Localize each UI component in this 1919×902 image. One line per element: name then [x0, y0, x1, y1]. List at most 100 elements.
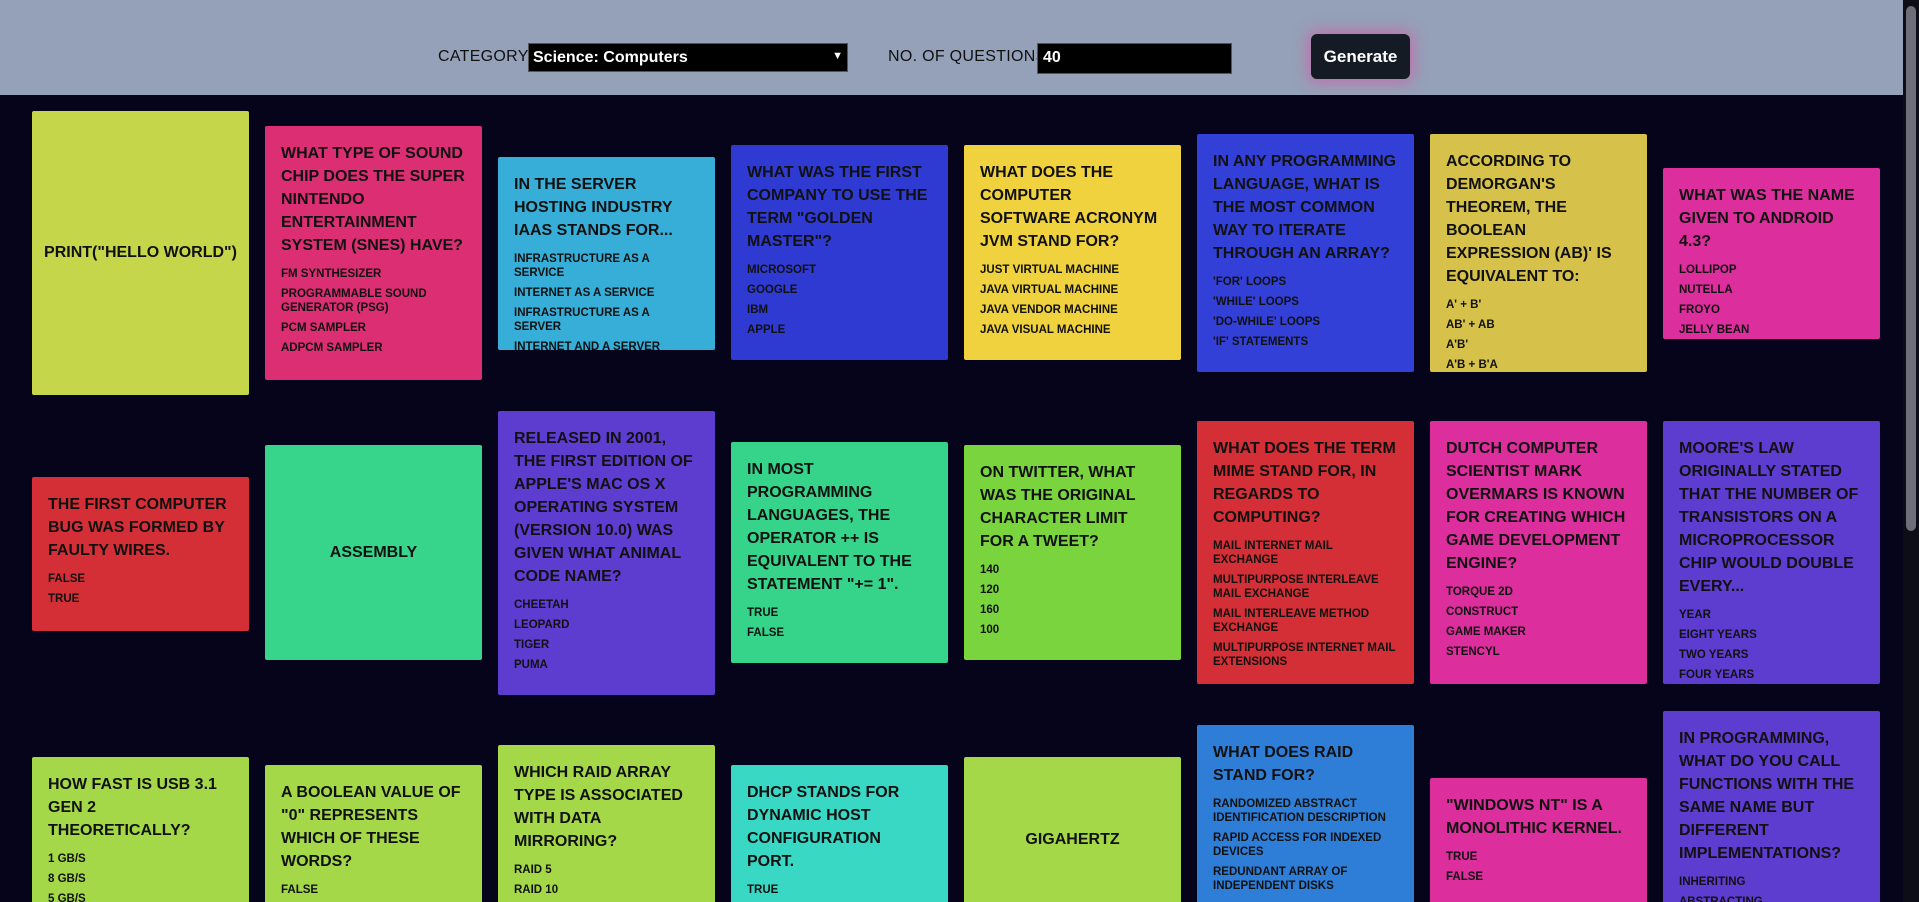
question-text: Released in 2001, the first edition of A… [514, 430, 693, 585]
question-card[interactable]: In any programming language, what is the… [1197, 134, 1414, 372]
answer-option[interactable]: Rapid Access for Indexed Devices [1213, 831, 1398, 859]
answer-option[interactable]: Lollipop [1679, 263, 1864, 277]
answer-option[interactable]: Leopard [514, 618, 699, 632]
answer-option[interactable]: Year [1679, 608, 1864, 622]
answer-option[interactable]: Torque 2D [1446, 585, 1631, 599]
answer-option[interactable]: 8 Gb/s [48, 872, 233, 886]
answer-option[interactable]: Multipurpose Interleave Mail Exchange [1213, 573, 1398, 601]
question-card[interactable]: "Windows NT" is a monolithic kernel. True… [1430, 778, 1647, 902]
scrollbar-thumb[interactable] [1906, 6, 1916, 531]
answer-option[interactable]: RAID 5 [514, 863, 699, 877]
answer-option[interactable]: False [48, 572, 233, 586]
question-card[interactable]: What was the first company to use the te… [731, 145, 948, 360]
questions-count-input[interactable]: 40 [1037, 43, 1232, 74]
answer-option[interactable]: Apple [747, 323, 932, 337]
question-card[interactable]: In most programming languages, the opera… [731, 442, 948, 663]
answer-option[interactable]: Two Years [1679, 648, 1864, 662]
answer-option[interactable]: Jelly Bean [1679, 323, 1864, 337]
question-card[interactable]: What type of sound chip does the Super N… [265, 126, 482, 380]
answer-option[interactable]: 1 Gb/s [48, 852, 233, 866]
question-text: DHCP stands for Dynamic Host Configurati… [747, 784, 900, 870]
answer-option[interactable]: Infrastructure as a Service [514, 252, 699, 280]
answer-option[interactable]: 120 [980, 583, 1165, 597]
answer-option[interactable]: Programmable Sound Generator (PSG) [281, 287, 466, 315]
answer-option[interactable]: Inheriting [1679, 875, 1864, 889]
answer-option[interactable]: Java Visual Machine [980, 323, 1165, 337]
answer-option[interactable]: AB' + AB [1446, 318, 1631, 332]
answer-option[interactable]: Eight Years [1679, 628, 1864, 642]
question-card[interactable]: Moore's Law originally stated that the n… [1663, 421, 1880, 684]
answer-text: PRINT("HELLO WORLD") [44, 244, 237, 261]
answer-option[interactable]: 'For' loops [1213, 275, 1398, 289]
question-card[interactable]: How fast is USB 3.1 Gen 2 theoretically?… [32, 757, 249, 902]
answer-option[interactable]: Java Vendor Machine [980, 303, 1165, 317]
answer-option[interactable]: Internet as a Service [514, 286, 699, 300]
question-card[interactable]: On Twitter, what was the original charac… [964, 445, 1181, 660]
answer-option[interactable]: Nutella [1679, 283, 1864, 297]
answer-option[interactable]: A'B + B'A [1446, 358, 1631, 372]
question-card[interactable]: What does RAID stand for? Randomized Abst… [1197, 725, 1414, 902]
question-card[interactable]: Which RAID array type is associated with… [498, 745, 715, 902]
question-text: Moore's Law originally stated that the n… [1679, 440, 1859, 595]
answer-card[interactable]: PRINT("HELLO WORLD") [32, 111, 249, 395]
generate-button[interactable]: Generate [1311, 34, 1410, 79]
question-card[interactable]: In the server hosting industry IaaS stan… [498, 157, 715, 350]
answer-option[interactable]: False [747, 626, 932, 640]
answer-option[interactable]: FM Synthesizer [281, 267, 466, 281]
answer-option[interactable]: False [281, 883, 466, 897]
answer-option[interactable]: Four Years [1679, 668, 1864, 682]
question-card[interactable]: Released in 2001, the first edition of A… [498, 411, 715, 695]
answer-option[interactable]: A'B' [1446, 338, 1631, 352]
answer-option[interactable]: Microsoft [747, 263, 932, 277]
answer-option[interactable]: True [747, 606, 932, 620]
answer-option[interactable]: PCM Sampler [281, 321, 466, 335]
answer-option[interactable]: Just Virtual Machine [980, 263, 1165, 277]
answer-option[interactable]: Multipurpose Internet Mail Extensions [1213, 641, 1398, 669]
answer-option[interactable]: Randomized Abstract Identification Descr… [1213, 797, 1398, 825]
answer-option[interactable]: Google [747, 283, 932, 297]
question-card[interactable]: According to DeMorgan's Theorem, the Boo… [1430, 134, 1647, 372]
question-card[interactable]: What does the computer software acronym … [964, 145, 1181, 360]
answer-card[interactable]: GIGAHERTZ [964, 757, 1181, 902]
answer-option[interactable]: 100 [980, 623, 1165, 637]
answer-option[interactable]: Game Maker [1446, 625, 1631, 639]
answer-option[interactable]: True [1446, 850, 1631, 864]
answer-option[interactable]: IBM [747, 303, 932, 317]
answer-option[interactable]: RAID 10 [514, 883, 699, 897]
answer-option[interactable]: True [48, 592, 233, 606]
answer-option[interactable]: True [747, 883, 932, 897]
question-card[interactable]: What was the name given to Android 4.3? L… [1663, 168, 1880, 339]
answer-option[interactable]: A' + B' [1446, 298, 1631, 312]
answer-option[interactable]: 'If' Statements [1213, 335, 1398, 349]
question-text: What does the computer software acronym … [980, 164, 1158, 250]
question-card[interactable]: In programming, what do you call functio… [1663, 711, 1880, 902]
answer-option[interactable]: Stencyl [1446, 645, 1631, 659]
answer-option[interactable]: Tiger [514, 638, 699, 652]
answer-option[interactable]: 'While' loops [1213, 295, 1398, 309]
answer-option[interactable]: Redundant Array of Independent Disks [1213, 865, 1398, 893]
answer-option[interactable]: Construct [1446, 605, 1631, 619]
answer-option[interactable]: False [1446, 870, 1631, 884]
answer-option[interactable]: 160 [980, 603, 1165, 617]
answer-card[interactable]: ASSEMBLY [265, 445, 482, 660]
answer-option[interactable]: Internet and a Server [514, 340, 699, 350]
answer-option[interactable]: Puma [514, 658, 699, 672]
question-card[interactable]: A Boolean value of "0" represents which … [265, 765, 482, 902]
question-card[interactable]: DHCP stands for Dynamic Host Configurati… [731, 765, 948, 902]
answer-option[interactable]: Mail Internet Mail Exchange [1213, 539, 1398, 567]
answer-option[interactable]: ADPCM Sampler [281, 341, 466, 355]
answer-option[interactable]: Cheetah [514, 598, 699, 612]
answer-option[interactable]: 140 [980, 563, 1165, 577]
category-select[interactable]: Science: Computers ▼ [528, 43, 848, 72]
answer-option[interactable]: Java Virtual Machine [980, 283, 1165, 297]
answer-option[interactable]: Froyo [1679, 303, 1864, 317]
answer-option[interactable]: Mail Interleave Method Exchange [1213, 607, 1398, 635]
question-card[interactable]: The first computer bug was formed by fau… [32, 477, 249, 631]
answer-option[interactable]: 'Do-while' loops [1213, 315, 1398, 329]
question-text: How fast is USB 3.1 Gen 2 theoretically? [48, 776, 217, 839]
question-card[interactable]: What does the term MIME stand for, in re… [1197, 421, 1414, 684]
answer-option[interactable]: 5 Gb/s [48, 892, 233, 902]
answer-option[interactable]: Abstracting [1679, 895, 1864, 902]
answer-option[interactable]: Infrastructure as a Server [514, 306, 699, 334]
question-card[interactable]: Dutch computer scientist Mark Overmars i… [1430, 421, 1647, 684]
